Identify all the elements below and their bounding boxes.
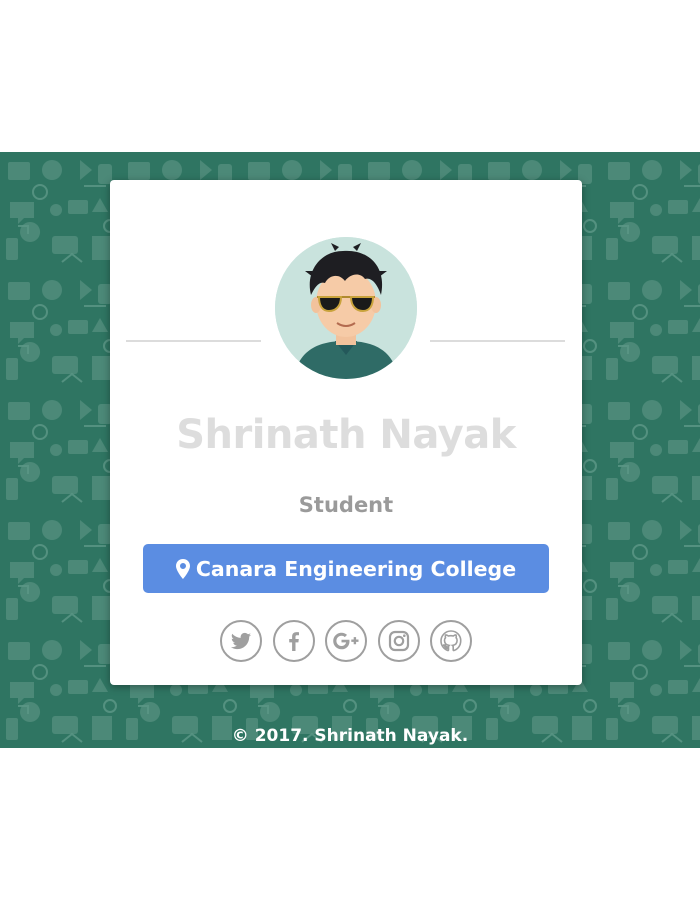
divider-right — [430, 340, 565, 342]
map-marker-icon — [175, 558, 190, 579]
profile-name: Shrinath Nayak — [176, 412, 516, 458]
avatar-illustration — [275, 237, 417, 379]
google-plus-icon — [333, 632, 359, 650]
location-label: Canara Engineering College — [195, 556, 517, 581]
twitter-icon — [230, 632, 252, 650]
github-link[interactable] — [430, 620, 472, 662]
footer-copyright: © 2017. Shrinath Nayak. — [231, 726, 469, 746]
twitter-link[interactable] — [220, 620, 262, 662]
instagram-icon — [388, 630, 409, 652]
avatar — [275, 237, 417, 379]
social-links — [220, 620, 472, 662]
google-plus-link[interactable] — [325, 620, 367, 662]
profile-role: Student — [298, 493, 394, 517]
profile-card: Shrinath Nayak Student Canara Engineerin… — [110, 180, 582, 685]
divider-left — [126, 340, 261, 342]
location-button[interactable]: Canara Engineering College — [143, 544, 549, 593]
facebook-link[interactable] — [272, 620, 315, 662]
facebook-icon — [288, 632, 299, 651]
github-icon — [440, 630, 462, 652]
instagram-link[interactable] — [377, 620, 420, 662]
